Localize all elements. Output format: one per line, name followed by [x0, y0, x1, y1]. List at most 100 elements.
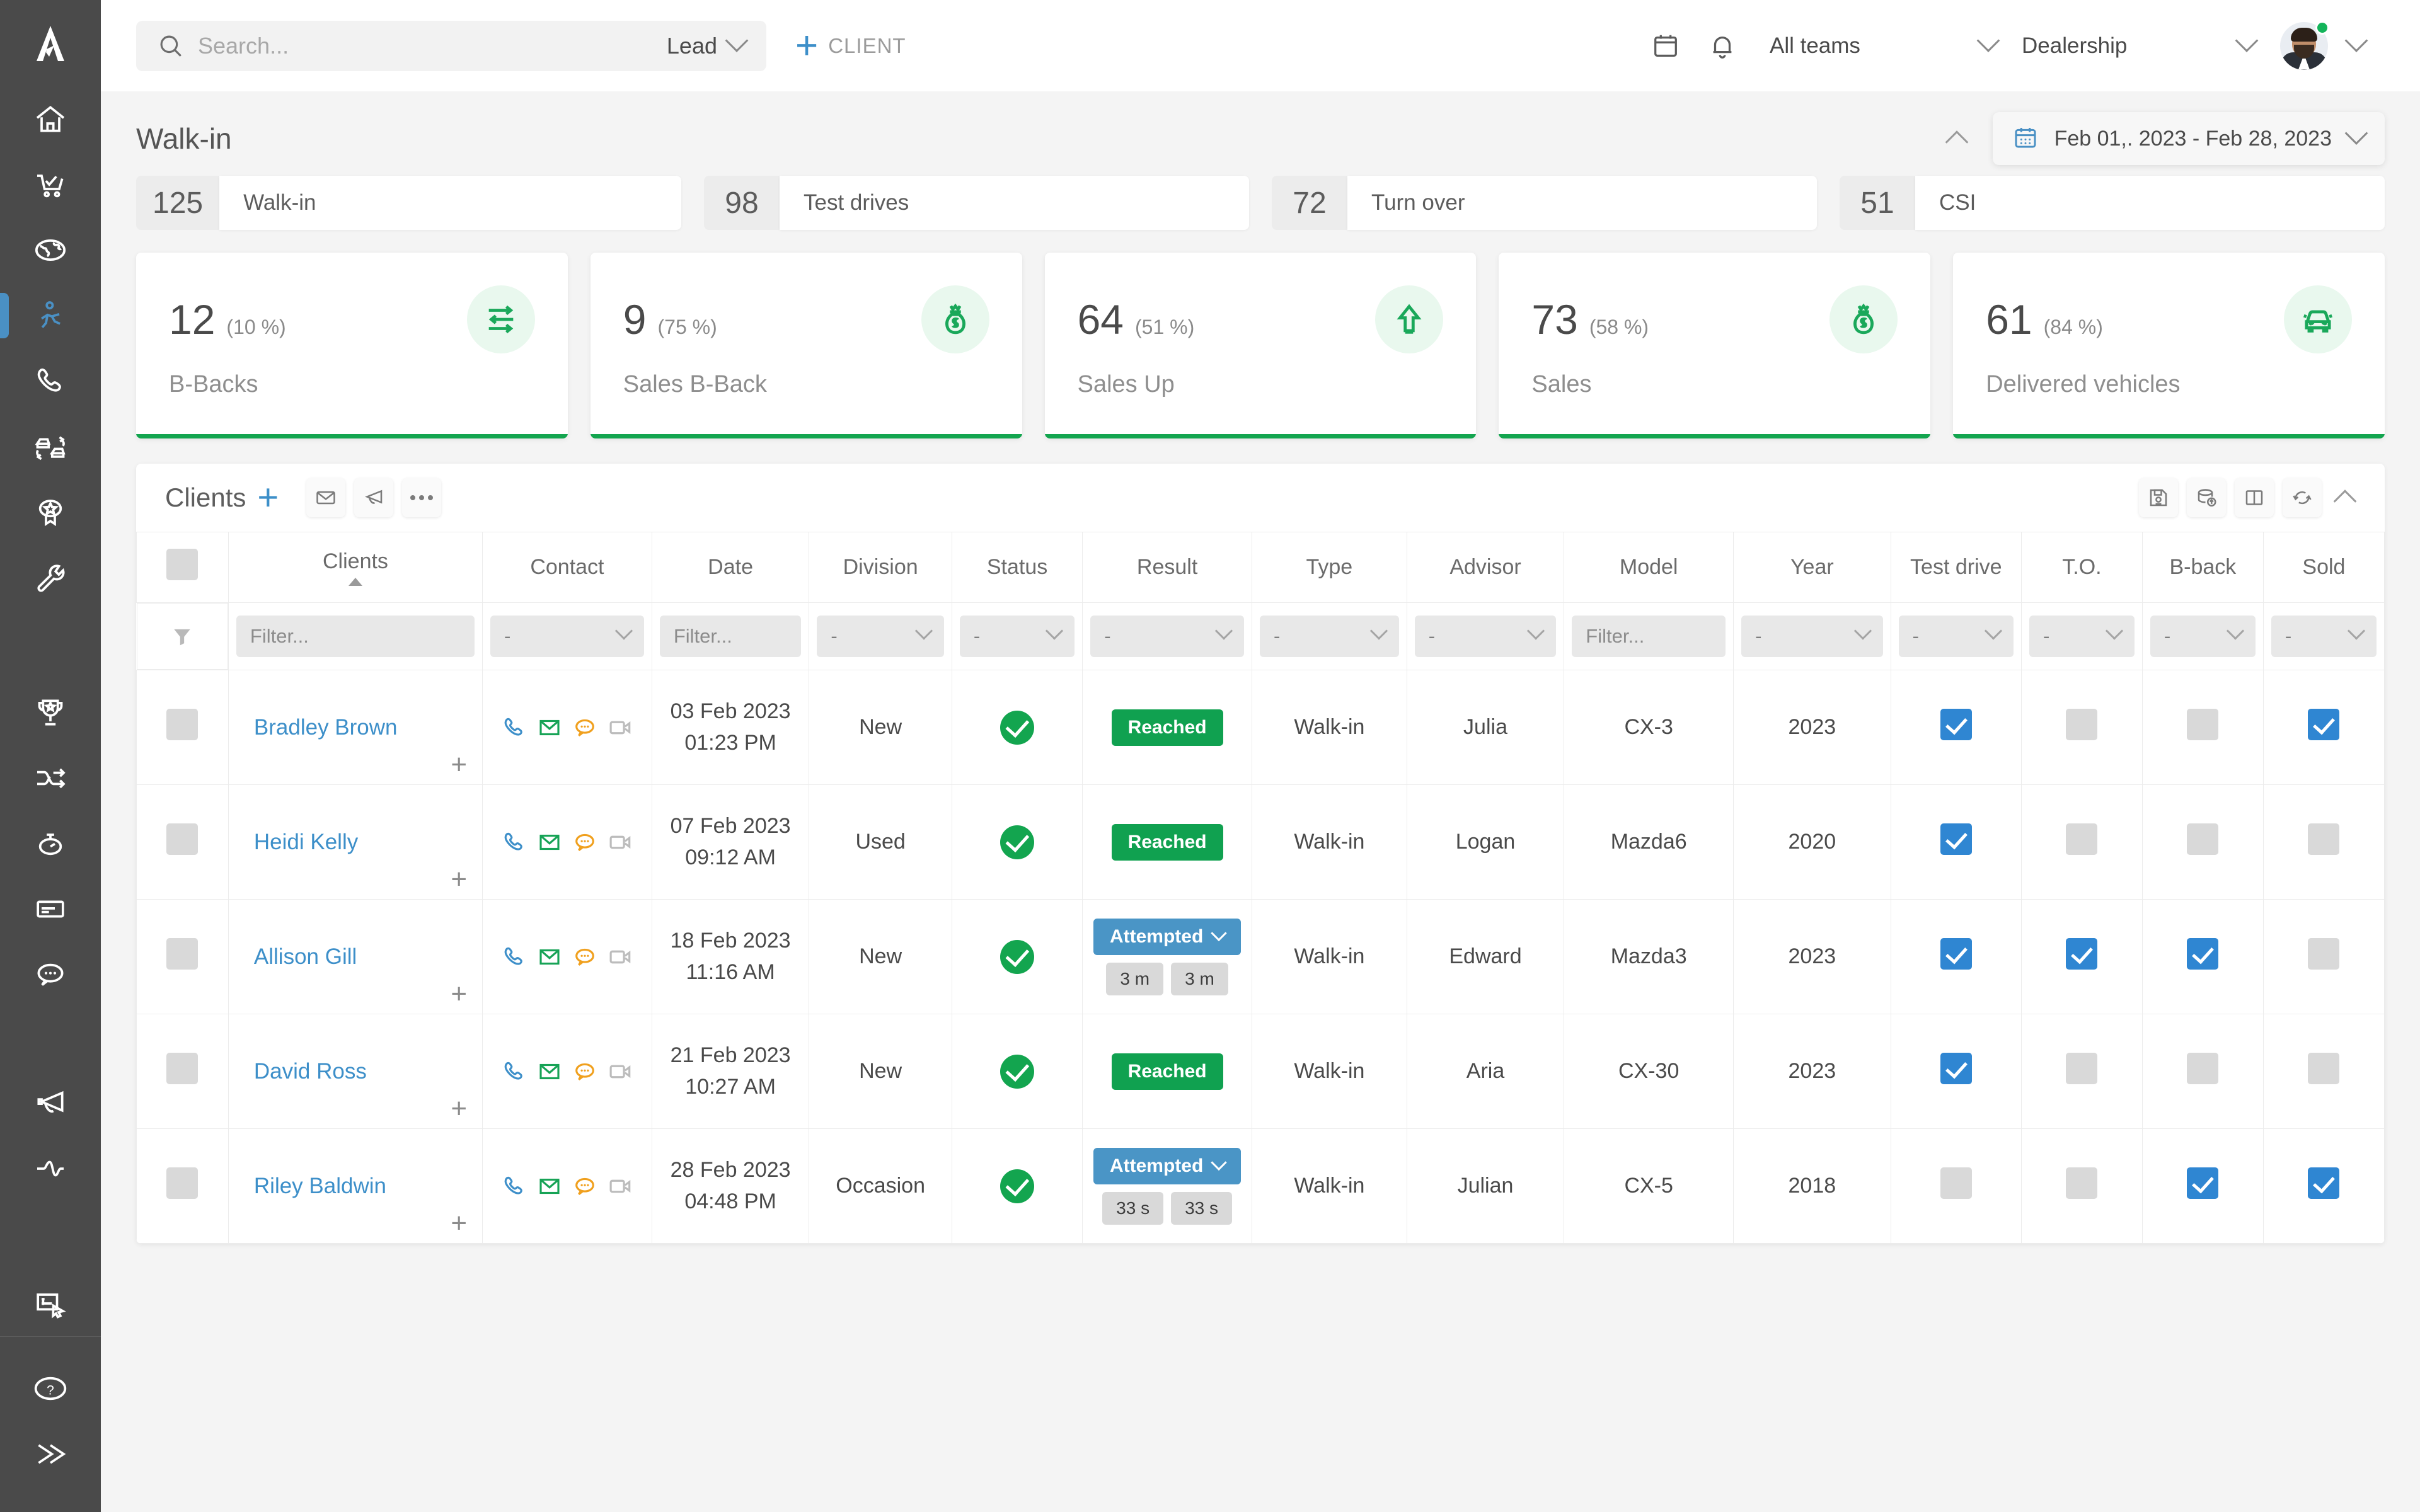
row-checkbox[interactable]: [2066, 1167, 2098, 1199]
result-badge[interactable]: Reached: [1111, 709, 1223, 746]
dealership-select[interactable]: Dealership: [2022, 28, 2259, 59]
filter-select-bback[interactable]: -: [2150, 616, 2256, 657]
column-header-date[interactable]: Date: [651, 532, 810, 603]
column-header-to[interactable]: T.O.: [2020, 532, 2143, 603]
sidebar-item-activity[interactable]: [0, 1136, 101, 1201]
client-name-link[interactable]: Allison Gill: [254, 944, 357, 969]
client-name-link[interactable]: Bradley Brown: [254, 715, 398, 740]
client-name-link[interactable]: David Ross: [254, 1059, 367, 1084]
chat-bubble-icon[interactable]: [572, 714, 598, 741]
counter-tile[interactable]: 72 Turn over: [1272, 176, 1817, 230]
add-row-note-button[interactable]: +: [451, 1210, 467, 1237]
sidebar-item-leaderboard[interactable]: [0, 680, 101, 745]
row-checkbox[interactable]: [2308, 1167, 2340, 1199]
email-button[interactable]: [306, 478, 346, 517]
row-checkbox[interactable]: [2187, 938, 2219, 970]
video-camera-icon[interactable]: [607, 944, 633, 970]
columns-layout-button[interactable]: [2235, 478, 2274, 517]
video-camera-icon[interactable]: [607, 1058, 633, 1085]
sidebar-item-home[interactable]: [0, 86, 101, 152]
metric-card[interactable]: 73 (58 %) Sales: [1499, 253, 1931, 438]
row-checkbox[interactable]: [1940, 1167, 1972, 1199]
app-logo[interactable]: [0, 0, 101, 86]
envelope-icon[interactable]: [536, 714, 563, 741]
column-header-result[interactable]: Result: [1082, 532, 1252, 603]
sidebar-item-chat[interactable]: [0, 942, 101, 1007]
search-box[interactable]: Lead: [136, 20, 766, 71]
table-row[interactable]: Heidi Kelly +07 Feb 2023 09:12 AM Used Reach…: [136, 784, 2385, 900]
column-header-type[interactable]: Type: [1252, 532, 1407, 603]
row-checkbox[interactable]: [166, 823, 199, 855]
sidebar-item-trade[interactable]: [0, 414, 101, 479]
refresh-button[interactable]: [2283, 478, 2322, 517]
filter-select-contact[interactable]: -: [490, 616, 644, 657]
sidebar-item-cards[interactable]: [0, 876, 101, 942]
filter-select-division[interactable]: -: [817, 616, 944, 657]
sidebar-item-help[interactable]: ?: [0, 1356, 101, 1421]
phone-icon[interactable]: [501, 944, 527, 970]
metric-card[interactable]: 64 (51 %) Sales Up: [1044, 253, 1477, 438]
row-checkbox[interactable]: [2308, 1053, 2340, 1084]
filter-input-model[interactable]: [1572, 616, 1726, 657]
sidebar-item-sales[interactable]: [0, 152, 101, 217]
row-checkbox[interactable]: [2066, 823, 2098, 855]
filter-select-year[interactable]: -: [1741, 616, 1883, 657]
column-header-bback[interactable]: B-back: [2141, 532, 2264, 603]
filter-select-advisor[interactable]: -: [1414, 616, 1557, 657]
row-checkbox[interactable]: [2066, 709, 2098, 740]
phone-icon[interactable]: [501, 1058, 527, 1085]
select-all-checkbox[interactable]: [166, 549, 199, 580]
result-badge[interactable]: Attempted: [1093, 1147, 1242, 1184]
result-badge[interactable]: Reached: [1111, 1053, 1223, 1090]
add-row-note-button[interactable]: +: [451, 980, 467, 1008]
row-checkbox[interactable]: [166, 1167, 199, 1199]
row-checkbox[interactable]: [1940, 1053, 1972, 1084]
row-checkbox[interactable]: [1940, 823, 1972, 855]
sidebar-item-timer[interactable]: [0, 811, 101, 876]
metric-card[interactable]: 12 (10 %) B-Backs: [136, 253, 568, 438]
column-header-sold[interactable]: Sold: [2262, 532, 2385, 603]
sidebar-item-calls[interactable]: [0, 348, 101, 414]
row-checkbox[interactable]: [166, 709, 199, 740]
counter-tile[interactable]: 125 Walk-in: [136, 176, 681, 230]
envelope-icon[interactable]: [536, 829, 563, 856]
search-input[interactable]: [198, 32, 653, 59]
broadcast-button[interactable]: [354, 478, 394, 517]
metric-card[interactable]: 9 (75 %) Sales B-Back: [590, 253, 1022, 438]
sidebar-item-campaigns[interactable]: [0, 1070, 101, 1136]
column-header-year[interactable]: Year: [1733, 532, 1891, 603]
more-options-button[interactable]: [402, 478, 442, 517]
column-header-advisor[interactable]: Advisor: [1406, 532, 1565, 603]
row-checkbox[interactable]: [2308, 823, 2340, 855]
sidebar-item-forms[interactable]: [0, 1271, 101, 1336]
filter-toggle[interactable]: [136, 603, 228, 670]
notifications-button[interactable]: [1694, 32, 1751, 60]
export-database-button[interactable]: [2187, 478, 2226, 517]
row-checkbox[interactable]: [2187, 1053, 2219, 1084]
add-client-button[interactable]: + CLIENT: [795, 26, 906, 65]
row-checkbox[interactable]: [1940, 709, 1972, 740]
video-camera-icon[interactable]: [607, 1173, 633, 1200]
column-header-testdrive[interactable]: Test drive: [1890, 532, 2022, 603]
save-button[interactable]: [2139, 478, 2178, 517]
phone-icon[interactable]: [501, 829, 527, 856]
chat-bubble-icon[interactable]: [572, 1173, 598, 1200]
row-checkbox[interactable]: [2308, 938, 2340, 970]
row-checkbox[interactable]: [166, 1053, 199, 1084]
counter-tile[interactable]: 51 CSI: [1840, 176, 2385, 230]
result-badge[interactable]: Attempted: [1093, 918, 1242, 955]
collapse-panel-button[interactable]: [2331, 483, 2360, 513]
row-checkbox[interactable]: [2066, 1053, 2098, 1084]
video-camera-icon[interactable]: [607, 714, 633, 741]
sidebar-item-routing[interactable]: [0, 745, 101, 811]
row-checkbox[interactable]: [1940, 938, 1972, 970]
column-header-contact[interactable]: Contact: [482, 532, 652, 603]
filter-select-sold[interactable]: -: [2271, 616, 2377, 657]
client-name-link[interactable]: Riley Baldwin: [254, 1174, 386, 1198]
chat-bubble-icon[interactable]: [572, 944, 598, 970]
teams-select[interactable]: All teams: [1770, 28, 2000, 59]
envelope-icon[interactable]: [536, 944, 563, 970]
calendar-button[interactable]: [1637, 32, 1694, 60]
row-checkbox[interactable]: [166, 938, 199, 970]
column-header-model[interactable]: Model: [1564, 532, 1734, 603]
